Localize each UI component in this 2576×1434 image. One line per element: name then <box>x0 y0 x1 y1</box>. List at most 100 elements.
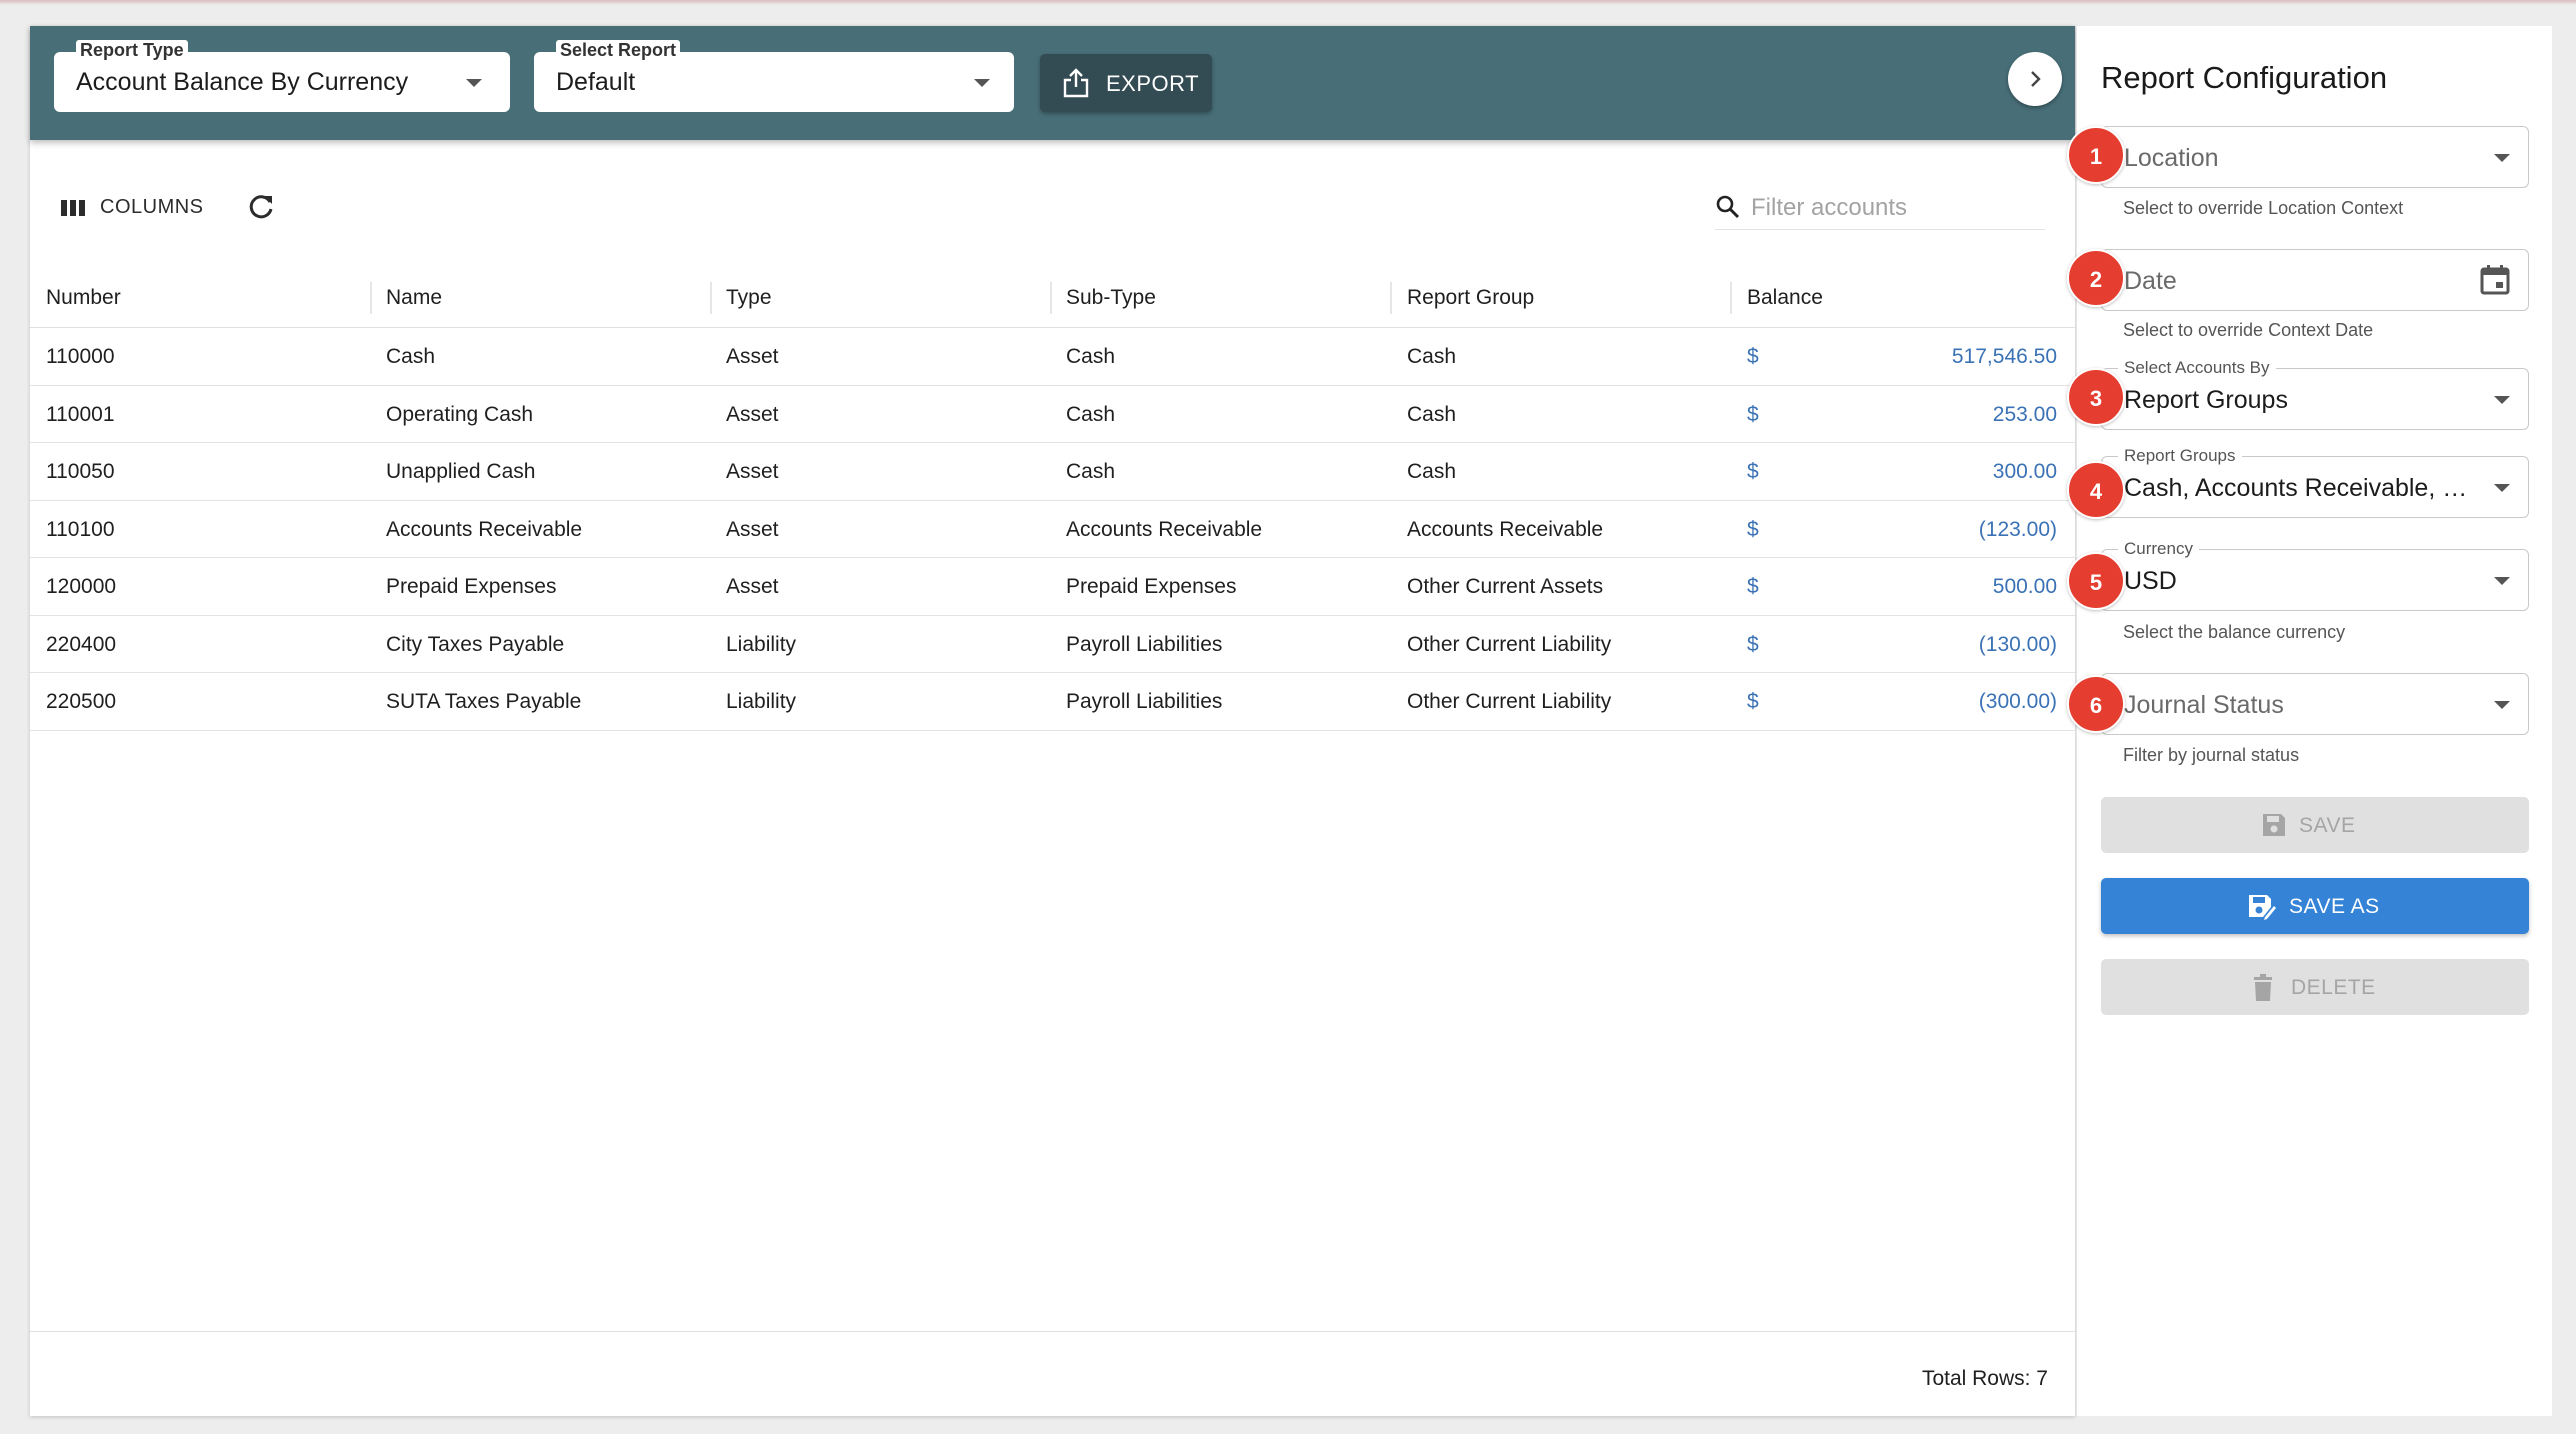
cell-subtype: Cash <box>1066 402 1116 426</box>
select-report-select[interactable]: Select Report Default <box>534 40 1014 112</box>
chevron-down-icon <box>2494 396 2510 404</box>
chevron-down-icon <box>2494 577 2510 585</box>
table-row[interactable]: 110001 Operating Cash Asset Cash Cash $253.00 <box>30 386 2075 443</box>
chevron-down-icon <box>974 79 990 87</box>
cell-balance: 253.00 <box>1992 402 2057 426</box>
currency-select[interactable]: Currency USD <box>2101 539 2529 611</box>
columns-label: COLUMNS <box>100 196 204 218</box>
report-type-select[interactable]: Report Type Account Balance By Currency <box>54 40 510 112</box>
currency-label: Currency <box>2118 539 2199 559</box>
location-select[interactable]: Location <box>2101 126 2529 188</box>
delete-label: DELETE <box>2291 976 2376 999</box>
table-header: Number Name Type Sub-Type Report Group B… <box>30 268 2075 328</box>
report-configuration-panel: Report Configuration Location 1 Select t… <box>2067 26 2552 1416</box>
cell-name: SUTA Taxes Payable <box>386 690 582 713</box>
cell-currency-symbol: $ <box>1747 460 1759 483</box>
step-badge: 2 <box>2067 249 2125 307</box>
collapse-panel-button[interactable] <box>2008 52 2062 106</box>
cell-report-group: Other Current Liability <box>1407 690 1612 713</box>
export-button[interactable]: EXPORT <box>1040 54 1212 112</box>
step-badge: 5 <box>2067 552 2125 610</box>
column-header-subtype[interactable]: Sub-Type <box>1066 268 1156 328</box>
cell-type: Asset <box>726 402 779 426</box>
column-header-number[interactable]: Number <box>46 268 121 328</box>
column-separator[interactable] <box>370 282 372 314</box>
cell-number: 110000 <box>46 345 115 368</box>
cell-balance: 500.00 <box>1992 575 2057 598</box>
cell-number: 110100 <box>46 517 115 541</box>
date-field[interactable]: Date <box>2101 249 2529 311</box>
column-separator[interactable] <box>1050 282 1052 314</box>
select-accounts-by-label: Select Accounts By <box>2118 358 2276 378</box>
column-separator[interactable] <box>1390 282 1392 314</box>
cell-subtype: Payroll Liabilities <box>1066 690 1223 713</box>
cell-subtype: Cash <box>1066 460 1116 483</box>
floppy-disk-icon <box>2263 814 2285 836</box>
filter-accounts-input[interactable]: Filter accounts <box>1715 186 2045 230</box>
step-badge: 4 <box>2067 461 2125 519</box>
cell-name: Unapplied Cash <box>386 460 536 483</box>
cell-number: 120000 <box>46 575 117 598</box>
column-separator[interactable] <box>710 282 712 314</box>
currency-value: USD <box>2124 567 2177 595</box>
refresh-icon <box>249 195 273 219</box>
column-header-type[interactable]: Type <box>726 268 772 328</box>
cell-report-group: Cash <box>1407 345 1457 368</box>
cell-number: 110001 <box>46 402 115 426</box>
step-badge: 6 <box>2067 675 2125 733</box>
table-row[interactable]: 110100 Accounts Receivable Asset Accounts R… <box>30 501 2075 558</box>
save-as-icon <box>2249 895 2276 920</box>
column-header-report-group[interactable]: Report Group <box>1407 268 1534 328</box>
cell-report-group: Cash <box>1407 402 1457 426</box>
delete-button[interactable]: DELETE <box>2101 959 2529 1015</box>
cell-balance: (123.00) <box>1978 517 2057 541</box>
table-row[interactable]: 220400 City Taxes Payable Liability Payroll… <box>30 616 2075 673</box>
cell-number: 220500 <box>46 690 117 713</box>
column-separator[interactable] <box>1730 282 1732 314</box>
select-report-value: Default <box>556 68 636 96</box>
select-accounts-by-value: Report Groups <box>2124 386 2288 414</box>
cell-currency-symbol: $ <box>1747 575 1759 598</box>
cell-report-group: Accounts Receivable <box>1407 517 1604 541</box>
cell-currency-symbol: $ <box>1747 517 1759 541</box>
cell-type: Asset <box>726 575 779 598</box>
report-type-label: Report Type <box>76 40 188 60</box>
column-header-name[interactable]: Name <box>386 268 442 328</box>
cell-report-group: Other Current Assets <box>1407 575 1604 598</box>
refresh-button[interactable] <box>244 190 278 224</box>
cell-balance: (300.00) <box>1978 690 2057 713</box>
table-row[interactable]: 220500 SUTA Taxes Payable Liability Payroll… <box>30 673 2075 731</box>
save-as-button[interactable]: SAVE AS <box>2101 878 2529 934</box>
report-main-panel: Report Type Account Balance By Currency … <box>30 26 2075 1416</box>
calendar-icon[interactable] <box>2478 263 2512 297</box>
search-icon <box>1716 195 1740 219</box>
table-body: 110000 Cash Asset Cash Cash $517,546.50 110001… <box>30 328 2075 731</box>
column-header-balance[interactable]: Balance <box>1747 268 1823 328</box>
table-row[interactable]: 110050 Unapplied Cash Asset Cash Cash $300.00 <box>30 443 2075 501</box>
cell-balance: (130.00) <box>1978 632 2057 656</box>
report-groups-value: Cash, Accounts Receivable, Other Current… <box>2124 474 2476 502</box>
chevron-down-icon <box>2494 701 2510 709</box>
cell-name: Prepaid Expenses <box>386 575 557 598</box>
report-toolbar: Report Type Account Balance By Currency … <box>30 26 2075 140</box>
journal-status-select[interactable]: Journal Status <box>2101 673 2529 735</box>
save-button[interactable]: SAVE <box>2101 797 2529 853</box>
select-accounts-by-select[interactable]: Select Accounts By Report Groups <box>2101 358 2529 430</box>
cell-name: Operating Cash <box>386 402 534 426</box>
cell-currency-symbol: $ <box>1747 345 1759 368</box>
report-type-value: Account Balance By Currency <box>76 68 409 96</box>
table-row[interactable]: 110000 Cash Asset Cash Cash $517,546.50 <box>30 328 2075 386</box>
grid-toolbar: COLUMNS Filter accounts <box>30 176 2075 236</box>
table-row[interactable]: 120000 Prepaid Expenses Asset Prepaid Expen… <box>30 558 2075 616</box>
save-label: SAVE <box>2299 814 2356 837</box>
table-footer: Total Rows: 7 <box>30 1331 2075 1416</box>
cell-subtype: Cash <box>1066 345 1116 368</box>
select-report-label: Select Report <box>556 40 681 60</box>
step-badge: 1 <box>2067 126 2125 184</box>
location-helper: Select to override Location Context <box>2123 198 2404 218</box>
cell-currency-symbol: $ <box>1747 690 1759 713</box>
filter-placeholder: Filter accounts <box>1751 194 1908 221</box>
journal-status-placeholder: Journal Status <box>2124 691 2284 719</box>
cell-report-group: Other Current Liability <box>1407 632 1612 656</box>
report-groups-select[interactable]: Report Groups Cash, Accounts Receivable,… <box>2101 446 2529 518</box>
